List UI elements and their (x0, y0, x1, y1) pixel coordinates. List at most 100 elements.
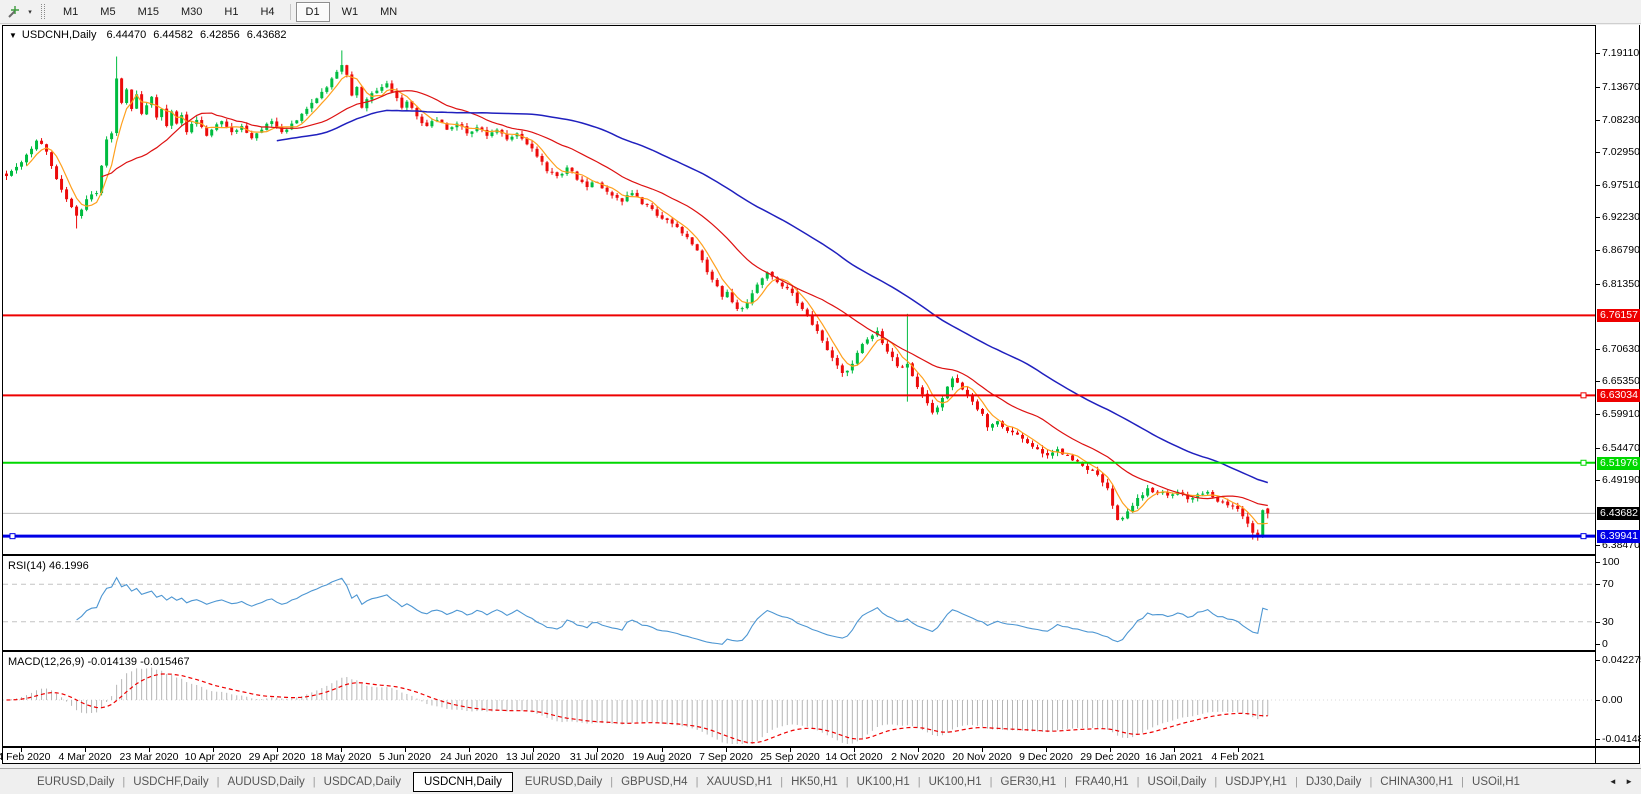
candle-bearish (1221, 501, 1224, 502)
candle-bearish (706, 260, 709, 273)
timeframe-button-m5[interactable]: M5 (90, 2, 125, 22)
tool-dropdown-arrow[interactable]: ▾ (24, 8, 36, 16)
date-tick-label: 5 Jun 2020 (379, 751, 431, 763)
candle-bullish (285, 130, 288, 132)
line-anchor[interactable] (10, 534, 15, 539)
tab-ger30-h1[interactable]: GER30,H1 (994, 773, 1064, 791)
chart-crosshair-tool-icon[interactable] (4, 3, 24, 21)
tab-eurusd-daily[interactable]: EURUSD,Daily (30, 773, 121, 791)
current-price-label: 6.43682 (1597, 507, 1640, 520)
toolbar-grip[interactable] (41, 4, 45, 19)
timeframe-button-mn[interactable]: MN (370, 2, 407, 22)
tab-dj30-daily[interactable]: DJ30,Daily (1299, 773, 1369, 791)
candle-bearish (976, 401, 979, 409)
price-tick: 6.86790 (1602, 244, 1641, 257)
tab-china300-h1[interactable]: CHINA300,H1 (1373, 773, 1460, 791)
macd-indicator-panel[interactable] (3, 652, 1595, 746)
candle-bearish (55, 166, 58, 179)
candle-bullish (591, 182, 594, 187)
candle-bullish (470, 132, 473, 134)
main-price-chart[interactable] (3, 40, 1595, 554)
date-tick-label: 29 Dec 2020 (1080, 751, 1140, 763)
tab-usdcad-daily[interactable]: USDCAD,Daily (317, 773, 408, 791)
candle-bullish (856, 353, 859, 364)
timeframe-button-m1[interactable]: M1 (53, 2, 88, 22)
candle-bullish (1171, 494, 1174, 495)
timeframe-button-m30[interactable]: M30 (171, 2, 212, 22)
tab-usdjpy-h1[interactable]: USDJPY,H1 (1218, 773, 1294, 791)
tab-xauusd-h1[interactable]: XAUUSD,H1 (699, 773, 779, 791)
tab-uk100-h1[interactable]: UK100,H1 (850, 773, 917, 791)
timeframe-buttons: M1M5M15M30H1H4 D1W1MN (52, 2, 408, 22)
tab-usdcnh-daily[interactable]: USDCNH,Daily (413, 772, 513, 792)
candle-bearish (981, 409, 984, 414)
candle-bearish (1041, 449, 1044, 453)
candle-bullish (936, 408, 939, 413)
tab-fra40-h1[interactable]: FRA40,H1 (1068, 773, 1136, 791)
candle-bearish (40, 141, 43, 144)
candle-bullish (861, 344, 864, 353)
collapse-icon[interactable]: ▼ (9, 31, 17, 40)
tab-gbpusd-h4[interactable]: GBPUSD,H4 (614, 773, 694, 791)
line-anchor[interactable] (1581, 460, 1586, 465)
price-tick: 6.54470 (1602, 442, 1641, 455)
candle-bearish (686, 234, 689, 237)
level-price-label: 6.76157 (1597, 309, 1640, 322)
timeframe-button-d1[interactable]: D1 (296, 2, 330, 22)
candle-bearish (395, 92, 398, 98)
candle-bearish (986, 414, 989, 427)
candle-bearish (571, 168, 574, 172)
rsi-indicator-panel[interactable] (3, 556, 1595, 650)
candle-bearish (651, 205, 654, 209)
crosshair-icon (7, 4, 22, 19)
candle-bullish (1051, 453, 1054, 456)
line-anchor[interactable] (1581, 393, 1586, 398)
candle-bearish (611, 192, 614, 195)
tab-eurusd-daily[interactable]: EURUSD,Daily (518, 773, 609, 791)
candle-bearish (1016, 433, 1019, 435)
candle-bearish (536, 149, 539, 157)
axis-tick-mark (1595, 700, 1600, 701)
candle-bullish (310, 103, 313, 108)
tab-scroll-right-icon[interactable]: ► (1625, 777, 1633, 786)
timeframe-button-h1[interactable]: H1 (214, 2, 248, 22)
candle-bullish (210, 130, 213, 136)
tab-usoil-daily[interactable]: USOil,Daily (1141, 773, 1214, 791)
tab-audusd-daily[interactable]: AUDUSD,Daily (220, 773, 311, 791)
axis-tick-mark (1595, 414, 1600, 415)
timeframe-button-w1[interactable]: W1 (332, 2, 369, 22)
tab-usdchf-daily[interactable]: USDCHF,Daily (126, 773, 215, 791)
candle-bearish (796, 293, 799, 304)
candle-bearish (931, 403, 934, 413)
candle-bearish (581, 180, 584, 182)
candle-bullish (846, 371, 849, 373)
axis-tick-mark (1595, 217, 1600, 218)
axis-tick-mark (1595, 284, 1600, 285)
candle-bearish (701, 251, 704, 261)
candle-bullish (946, 387, 949, 399)
line-anchor[interactable] (1581, 534, 1586, 539)
date-tick-label: 16 Jan 2021 (1145, 751, 1203, 763)
candle-bullish (355, 87, 358, 95)
tab-hk50-h1[interactable]: HK50,H1 (784, 773, 845, 791)
date-tick-label: 10 Apr 2020 (185, 751, 242, 763)
candle-bearish (616, 195, 619, 198)
candle-bullish (631, 193, 634, 195)
timeframe-button-h4[interactable]: H4 (250, 2, 284, 22)
candle-bearish (721, 286, 724, 297)
timeframe-button-m15[interactable]: M15 (128, 2, 169, 22)
candle-bearish (1101, 474, 1104, 482)
candle-bullish (375, 91, 378, 94)
tab-scroll-left-icon[interactable]: ◄ (1609, 777, 1617, 786)
candle-bearish (225, 122, 228, 127)
candle-bearish (791, 289, 794, 293)
candle-bearish (666, 218, 669, 220)
candle-bearish (1071, 455, 1074, 460)
date-tick-label: 18 May 2020 (311, 751, 372, 763)
candle-bullish (35, 141, 38, 150)
candle-bearish (75, 207, 78, 216)
axis-tick-mark (1595, 480, 1600, 481)
tab-uk100-h1[interactable]: UK100,H1 (922, 773, 989, 791)
date-tick-label: 4 Mar 2020 (58, 751, 111, 763)
tab-usoil-h1[interactable]: USOil,H1 (1465, 773, 1527, 791)
